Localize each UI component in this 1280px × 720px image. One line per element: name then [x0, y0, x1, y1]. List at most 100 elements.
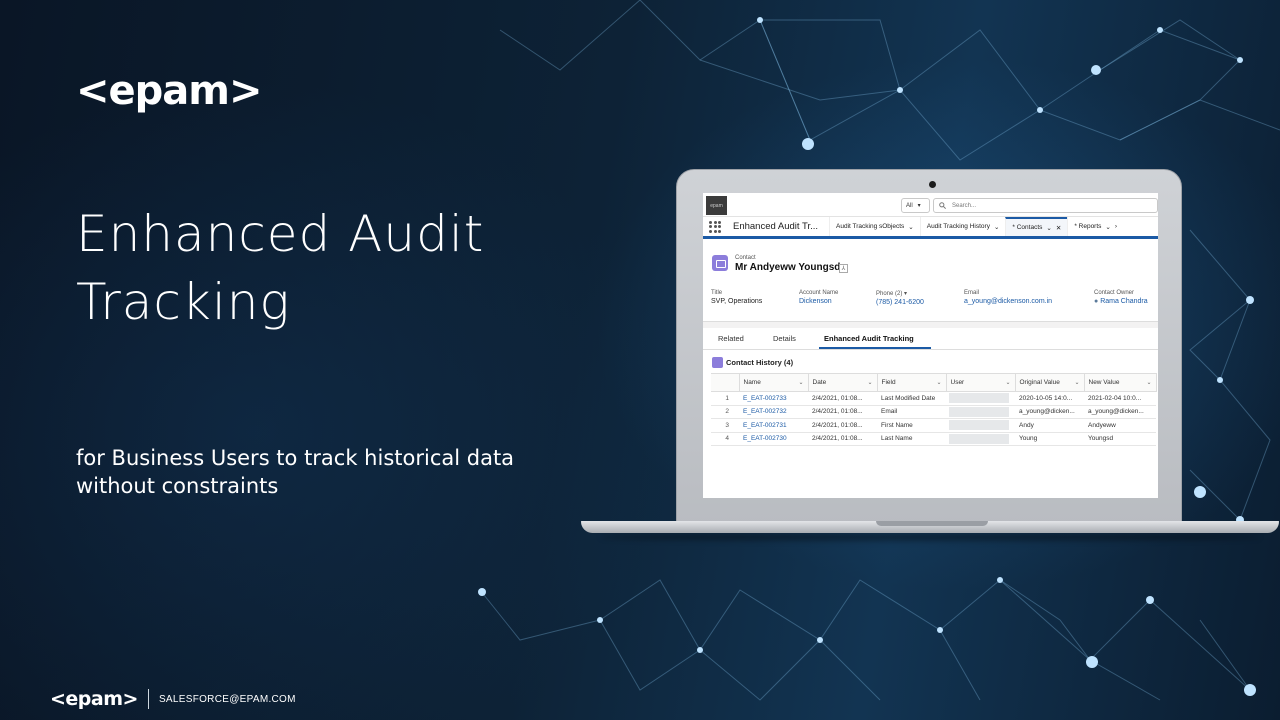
laptop-camera	[929, 181, 936, 188]
nav-tab-contacts[interactable]: * Contacts ⌄ ✕	[1005, 217, 1068, 236]
row-number: 4	[711, 432, 739, 446]
column-header-name[interactable]: Name ⌄	[739, 373, 809, 392]
column-label: Date	[812, 379, 827, 386]
chevron-right-icon[interactable]: ›	[1115, 223, 1117, 230]
email-link[interactable]: a_young@dickenson.com.in	[964, 298, 1052, 305]
column-header-new-value[interactable]: New Value ⌄	[1084, 373, 1157, 392]
cell-new-value: a_young@dicken...	[1084, 405, 1156, 419]
chevron-down-icon[interactable]: ⌄	[936, 379, 941, 386]
epam-logo: <epam>	[76, 68, 262, 114]
tab-related[interactable]: Related	[718, 334, 744, 343]
chevron-down-icon[interactable]: ⌄	[1146, 379, 1151, 386]
search-icon	[939, 202, 946, 209]
app-navigation: Enhanced Audit Tr... Audit Tracking sObj…	[703, 217, 1158, 239]
phone-label: Phone (2)	[876, 291, 903, 297]
record-link[interactable]: E_EAT-002731	[739, 418, 808, 433]
table-header-row: Name ⌄ Date ⌄ Field ⌄ User ⌄ Original Value ⌄…	[711, 373, 1157, 392]
field-phone: Phone (2) ▾ (785) 241-6200	[876, 290, 924, 306]
record-link[interactable]: E_EAT-002732	[739, 405, 808, 419]
history-title: Contact History (4)	[726, 358, 794, 367]
contact-icon	[712, 255, 728, 271]
cell-original-value: Young	[1015, 432, 1084, 446]
column-header-field[interactable]: Field ⌄	[877, 373, 947, 392]
cell-user	[946, 432, 1015, 446]
cell-field: First Name	[877, 418, 946, 433]
chevron-down-icon[interactable]: ⌄	[908, 223, 913, 231]
field-account-name: Account Name Dickenson	[799, 290, 838, 305]
phone-link[interactable]: (785) 241-6200	[876, 299, 924, 306]
cell-user	[946, 418, 1015, 433]
column-label: User	[950, 379, 965, 386]
cell-original-value: a_young@dicken...	[1015, 405, 1084, 419]
cell-field: Last Modified Date	[877, 391, 946, 406]
chevron-down-icon[interactable]: ▾	[904, 291, 907, 297]
nav-tab-audit-tracking-history[interactable]: Audit Tracking History ⌄	[919, 217, 1006, 236]
cell-new-value: Andyeww	[1084, 418, 1156, 433]
column-header-user[interactable]: User ⌄	[946, 373, 1016, 392]
record-tabs: Related Details Enhanced Audit Tracking	[703, 328, 1158, 350]
redacted-user	[949, 393, 1009, 404]
field-label: Phone (2) ▾	[876, 290, 924, 297]
global-search-input[interactable]: Search...	[933, 198, 1158, 213]
search-scope-select[interactable]: All ▾	[901, 198, 930, 213]
owner-link[interactable]: ● Rama Chandra	[1094, 298, 1148, 305]
table-row: 2 E_EAT-002732 2/4/2021, 01:08... Email …	[711, 405, 1156, 419]
chevron-down-icon[interactable]: ⌄	[798, 379, 803, 386]
tab-enhanced-audit-tracking[interactable]: Enhanced Audit Tracking	[824, 334, 914, 343]
nav-tab-label: Audit Tracking sObjects	[836, 223, 905, 230]
chevron-down-icon[interactable]: ⌄	[1046, 224, 1051, 232]
global-header: epam All ▾ Search...	[703, 193, 1158, 217]
footer: <epam> SALESFORCE@EPAM.COM	[50, 686, 296, 712]
record-name: Mr Andyeww Youngsd	[735, 262, 841, 273]
chevron-down-icon[interactable]: ⌄	[994, 223, 999, 231]
record-link[interactable]: E_EAT-002730	[739, 432, 808, 446]
cell-field: Email	[877, 405, 946, 419]
slide-subtitle: for Business Users to track historical d…	[76, 444, 596, 500]
footer-logo: <epam>	[50, 688, 138, 710]
column-label: Name	[743, 379, 761, 386]
chevron-down-icon[interactable]: ⌄	[1074, 379, 1079, 386]
footer-divider	[147, 689, 149, 709]
search-placeholder: Search...	[952, 202, 977, 209]
cell-date: 2/4/2021, 01:08...	[808, 391, 877, 406]
chevron-down-icon[interactable]: ⌄	[867, 379, 872, 386]
column-header-date[interactable]: Date ⌄	[808, 373, 878, 392]
field-label: Contact Owner	[1094, 290, 1135, 296]
nav-tab-label: Audit Tracking History	[926, 223, 990, 230]
record-header: Contact Mr Andyeww Youngsd ⅄ Title SVP, …	[703, 242, 1158, 322]
tab-details[interactable]: Details	[773, 334, 796, 343]
cell-date: 2/4/2021, 01:08...	[808, 405, 877, 419]
redacted-user	[949, 406, 1009, 417]
row-number: 3	[711, 418, 739, 433]
nav-tab-reports[interactable]: * Reports ⌄ ›	[1067, 217, 1123, 236]
chevron-down-icon: ▾	[917, 203, 921, 209]
laptop-screen: epam All ▾ Search... Enhanced Audit Tr..…	[703, 193, 1158, 498]
chevron-down-icon[interactable]: ⌄	[1005, 379, 1010, 386]
column-header-original-value[interactable]: Original Value ⌄	[1015, 373, 1085, 392]
close-icon[interactable]: ✕	[1056, 224, 1061, 232]
field-title: Title SVP, Operations	[711, 290, 762, 305]
history-table: Name ⌄ Date ⌄ Field ⌄ User ⌄ Original Value ⌄…	[711, 373, 1157, 446]
app-launcher-icon[interactable]	[709, 220, 721, 233]
laptop-shadow	[600, 533, 1260, 541]
cell-date: 2/4/2021, 01:08...	[808, 432, 877, 446]
cell-user	[946, 405, 1015, 419]
chevron-down-icon[interactable]: ⌄	[1105, 223, 1110, 231]
nav-tab-audit-tracking-sobjects[interactable]: Audit Tracking sObjects ⌄	[829, 217, 920, 236]
search-scope-value: All	[906, 202, 913, 209]
hierarchy-icon[interactable]: ⅄	[839, 264, 848, 273]
subtitle-line-2: without constraints	[76, 474, 279, 498]
owner-name: Rama Chandra	[1100, 298, 1148, 305]
column-label: New Value	[1088, 379, 1120, 386]
title-line-2: Tracking	[76, 273, 291, 331]
field-value: SVP, Operations	[711, 298, 763, 305]
field-label: Email	[964, 290, 980, 296]
active-tab-indicator	[819, 347, 931, 349]
field-label: Title	[711, 290, 723, 296]
row-number: 1	[711, 391, 739, 406]
cell-user	[946, 391, 1015, 406]
table-row: 4 E_EAT-002730 2/4/2021, 01:08... Last N…	[711, 432, 1156, 446]
record-link[interactable]: E_EAT-002733	[739, 391, 808, 406]
account-link[interactable]: Dickenson	[799, 298, 838, 305]
redacted-user	[949, 420, 1009, 431]
